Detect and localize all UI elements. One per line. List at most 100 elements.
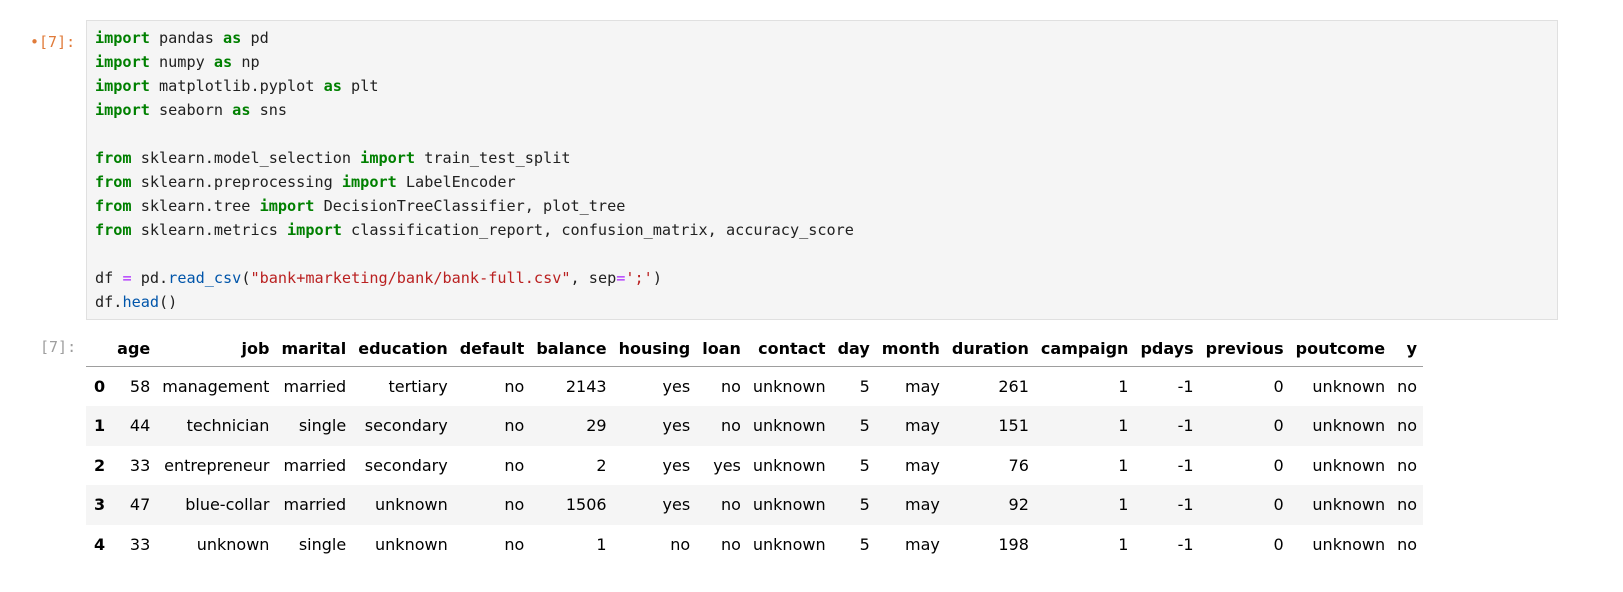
- table-cell: 1: [1118, 455, 1129, 475]
- table-cell: 198: [998, 534, 1029, 554]
- code-token: from: [95, 149, 132, 167]
- code-token: pd.: [131, 269, 169, 287]
- column-header: loan: [696, 331, 747, 367]
- code-token: import: [95, 29, 150, 47]
- code-line: from sklearn.model_selection import trai…: [95, 146, 571, 170]
- table-cell: 2: [596, 455, 607, 475]
- dataframe-output-table: age job marital education default balance hous…: [86, 331, 1424, 565]
- code-token: import: [341, 173, 397, 191]
- code-token: as: [223, 29, 242, 47]
- code-token: df: [95, 269, 123, 287]
- table-cell: may: [905, 377, 940, 396]
- table-cell: unknown: [752, 416, 826, 436]
- table-cell: may: [905, 534, 940, 554]
- table-cell: may: [905, 495, 940, 515]
- table-cell: single: [298, 534, 347, 554]
- table-cell: entrepreneur: [164, 455, 270, 475]
- table-cell: 1: [596, 534, 607, 554]
- code-line: from sklearn.preprocessing import LabelE…: [95, 170, 516, 194]
- table-cell: unknown: [1312, 455, 1386, 475]
- code-token: =: [122, 269, 132, 287]
- code-token: seaborn: [149, 101, 233, 119]
- column-header: duration: [945, 331, 1035, 367]
- row-index: 3: [94, 495, 106, 515]
- table-cell: no: [1397, 534, 1418, 554]
- table-cell: 5: [859, 377, 870, 396]
- table-cell: 1: [1118, 534, 1129, 554]
- code-token: import: [95, 77, 150, 95]
- code-token: plt: [341, 77, 379, 95]
- table-cell: no: [504, 495, 525, 515]
- code-token: from: [95, 197, 132, 215]
- table-cell: no: [670, 534, 691, 554]
- table-cell: 0: [1273, 416, 1284, 436]
- code-token: train_test_split: [415, 149, 571, 167]
- code-token: matplotlib.pyplot: [149, 77, 324, 95]
- column-header: marital: [275, 331, 353, 367]
- table-cell: 5: [859, 534, 870, 554]
- table-cell: tertiary: [388, 377, 448, 396]
- table-cell: no: [1397, 377, 1418, 396]
- table-cell: no: [1397, 416, 1418, 436]
- table-row: 1 44 technician single secondary no 29 yes no unk…: [86, 406, 1424, 446]
- table-cell: unknown: [375, 495, 448, 515]
- row-index: 1: [94, 416, 106, 436]
- table-cell: yes: [662, 377, 691, 396]
- code-token: import: [259, 197, 315, 215]
- table-cell: no: [720, 377, 741, 396]
- code-token: as: [232, 101, 251, 119]
- code-token: sklearn.model_selection: [131, 149, 361, 167]
- table-cell: 1: [1118, 495, 1129, 515]
- code-token: head: [122, 293, 160, 311]
- table-cell: 5: [859, 455, 870, 475]
- table-cell: -1: [1177, 534, 1194, 554]
- table-row: 0 58 management married tertiary no 2143 yes no u…: [86, 367, 1423, 407]
- table-cell: secondary: [364, 455, 448, 475]
- column-header: poutcome: [1289, 331, 1392, 367]
- output-prompt: [7]:: [40, 338, 77, 356]
- code-line: import numpy as np: [95, 50, 260, 74]
- table-cell: 33: [129, 534, 151, 554]
- code-token: sklearn.metrics: [131, 221, 288, 239]
- code-token: (): [159, 293, 178, 311]
- code-token: sklearn.preprocessing: [131, 173, 342, 191]
- table-cell: unknown: [752, 455, 826, 475]
- table-cell: unknown: [1312, 495, 1386, 515]
- code-token: import: [95, 53, 150, 71]
- table-cell: married: [283, 495, 347, 515]
- code-line: df = pd.read_csv("bank+marketing/bank/ba…: [95, 266, 662, 290]
- table-cell: secondary: [364, 416, 448, 436]
- table-cell: blue-collar: [185, 495, 270, 515]
- code-token: import: [95, 101, 150, 119]
- column-header: month: [875, 331, 946, 367]
- code-token: sklearn.tree: [131, 197, 260, 215]
- table-cell: 151: [998, 416, 1029, 436]
- table-row: 3 47 blue-collar married unknown no 1506 yes no u…: [86, 485, 1424, 525]
- code-token: pandas: [149, 29, 224, 47]
- code-token: LabelEncoder: [396, 173, 516, 191]
- table-cell: 5: [859, 416, 870, 436]
- table-cell: no: [504, 377, 525, 396]
- table-cell: 44: [129, 416, 151, 436]
- column-header: pdays: [1134, 331, 1200, 367]
- table-cell: 0: [1273, 455, 1284, 475]
- table-row: 4 33 unknown single unknown no 1 no no unknown 5 ma…: [86, 525, 1423, 565]
- table-cell: unknown: [1312, 377, 1386, 396]
- table-cell: -1: [1177, 495, 1194, 515]
- code-token: sns: [250, 101, 288, 119]
- table-cell: unknown: [1312, 416, 1386, 436]
- code-cell-editor[interactable]: import pandas as pd import numpy as np imp…: [86, 20, 1558, 320]
- table-cell: 5: [859, 495, 870, 515]
- table-cell: 76: [1008, 455, 1029, 475]
- table-cell: single: [298, 416, 347, 436]
- code-token: DecisionTreeClassifier, plot_tree: [314, 197, 626, 215]
- table-cell: technician: [186, 416, 270, 436]
- code-token: from: [95, 173, 132, 191]
- table-cell: -1: [1177, 455, 1194, 475]
- index-header-cell: [86, 331, 112, 367]
- code-token: numpy: [149, 53, 214, 71]
- table-cell: married: [283, 377, 347, 396]
- code-token: as: [213, 53, 233, 71]
- table-cell: may: [905, 455, 940, 475]
- column-header: balance: [530, 331, 613, 367]
